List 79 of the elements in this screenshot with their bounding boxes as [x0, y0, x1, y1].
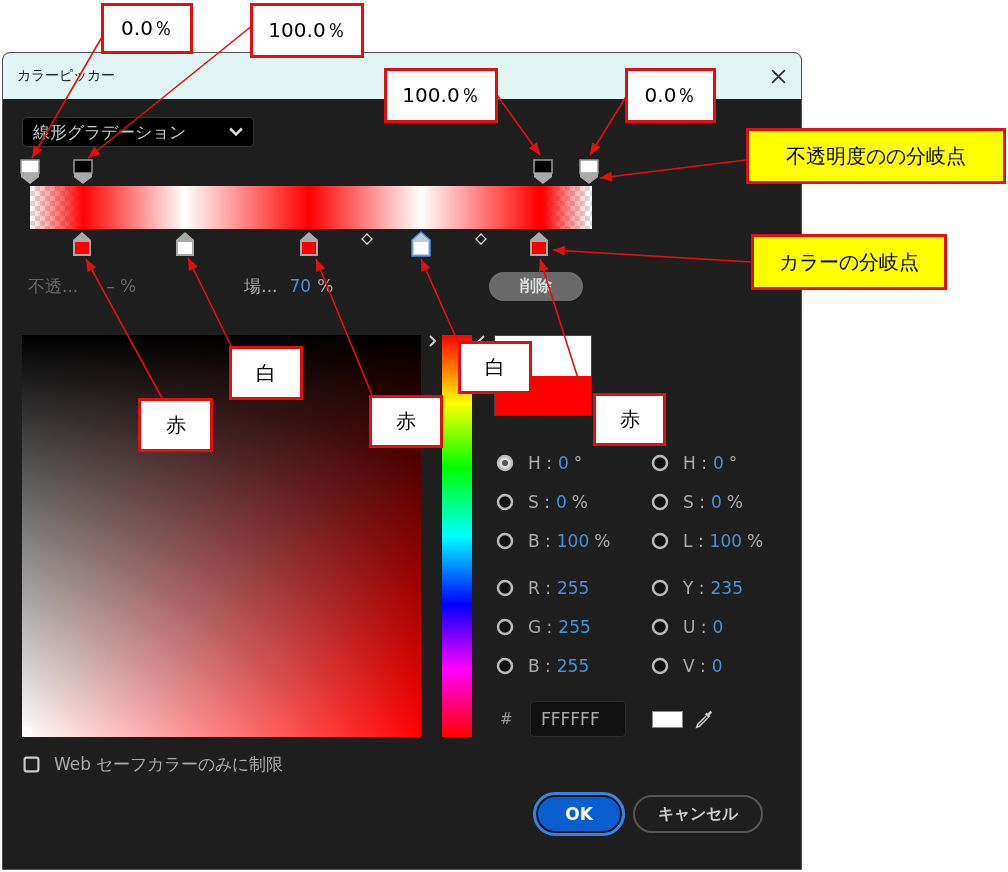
mode-value[interactable]: 0 [710, 492, 722, 512]
radio-button[interactable] [651, 493, 669, 511]
radio-button[interactable] [496, 454, 514, 472]
callout-text: 赤 [619, 406, 640, 433]
callout-text: 不透明度のの分岐点 [786, 142, 966, 170]
mode-value[interactable]: 100 [709, 531, 743, 551]
radio-button[interactable] [651, 454, 669, 472]
eyedropper-icon[interactable] [693, 708, 715, 730]
color-stop[interactable] [528, 231, 549, 257]
radio-button[interactable] [651, 618, 669, 636]
callout-text: 白 [256, 359, 276, 387]
hex-label: # [500, 710, 514, 728]
mode-unit: % [747, 531, 764, 551]
opacity-label: 不透... [28, 274, 79, 298]
mode-value[interactable]: 0 [712, 617, 724, 637]
web-safe-label: Web セーフカラーのみに制限 [54, 753, 284, 776]
callout-text: 赤 [165, 411, 186, 439]
radio-button[interactable] [496, 493, 514, 511]
radio-button[interactable] [496, 579, 514, 597]
callout-text: 白 [485, 354, 505, 381]
opacity-stop[interactable] [579, 159, 600, 185]
radio-button[interactable] [496, 532, 514, 550]
radio-button[interactable] [651, 532, 669, 550]
location-value[interactable]: 70 [289, 276, 312, 296]
midpoint-diamond-icon[interactable] [361, 233, 374, 245]
mode-value[interactable]: 100 [556, 531, 590, 551]
mode-label: B : [528, 531, 551, 551]
mode-label: H : [528, 453, 552, 473]
mode-label: S : [683, 492, 705, 512]
mode-value[interactable]: 235 [710, 578, 743, 598]
mode-label: H : [683, 453, 707, 473]
mode-value[interactable]: 0 [711, 656, 723, 676]
callout-text: カラーの分岐点 [779, 248, 919, 276]
opacity-stop[interactable] [20, 159, 40, 185]
radio-button[interactable] [651, 579, 669, 597]
mode-unit: ° [573, 453, 583, 473]
close-icon[interactable] [770, 67, 787, 85]
mode-value[interactable]: 0 [555, 492, 567, 512]
callout-text: 赤 [396, 408, 416, 435]
cancel-button[interactable]: キャンセル [633, 795, 763, 833]
color-field[interactable] [22, 335, 421, 737]
mode-value[interactable]: 255 [556, 656, 590, 676]
mode-label: Y : [683, 578, 705, 598]
hex-input-field[interactable]: FFFFFF [530, 701, 626, 737]
ok-button[interactable]: OK [533, 792, 625, 836]
checkbox[interactable] [23, 756, 40, 773]
mode-value[interactable]: 0 [712, 453, 724, 473]
color-preview-swatch [652, 710, 683, 728]
mode-unit: % [594, 531, 611, 551]
mode-label: R : [528, 578, 551, 598]
radio-button[interactable] [651, 657, 669, 675]
callout-text: 0.0％ [121, 15, 173, 42]
mode-label: U : [683, 617, 707, 637]
callout-text: 0.0％ [644, 82, 697, 109]
mode-value[interactable]: 255 [556, 578, 590, 598]
caret-icon [229, 127, 243, 137]
radio-button[interactable] [496, 657, 514, 675]
mode-unit: ° [728, 453, 738, 473]
mode-label: S : [528, 492, 550, 512]
mode-label: V : [683, 656, 706, 676]
mode-value[interactable]: 255 [558, 617, 591, 637]
callout-text: 100.0％ [268, 17, 346, 44]
mode-value[interactable]: 0 [557, 453, 569, 473]
color-stop[interactable] [72, 231, 93, 257]
mode-label: L : [683, 531, 704, 551]
opacity-stop[interactable] [73, 159, 94, 185]
mode-label: B : [528, 656, 551, 676]
mode-label: G : [528, 617, 553, 637]
midpoint-diamond-icon[interactable] [474, 233, 487, 245]
color-stop[interactable] [174, 231, 195, 257]
color-stop[interactable] [410, 231, 431, 257]
location-label: 場... [244, 274, 278, 298]
radio-button[interactable] [496, 618, 514, 636]
callout-text: 100.0％ [402, 82, 480, 109]
opacity-value: – % [106, 276, 137, 296]
color-stop[interactable] [298, 231, 319, 257]
mode-unit: % [726, 492, 743, 512]
opacity-stop[interactable] [533, 159, 554, 185]
mode-unit: % [571, 492, 588, 512]
